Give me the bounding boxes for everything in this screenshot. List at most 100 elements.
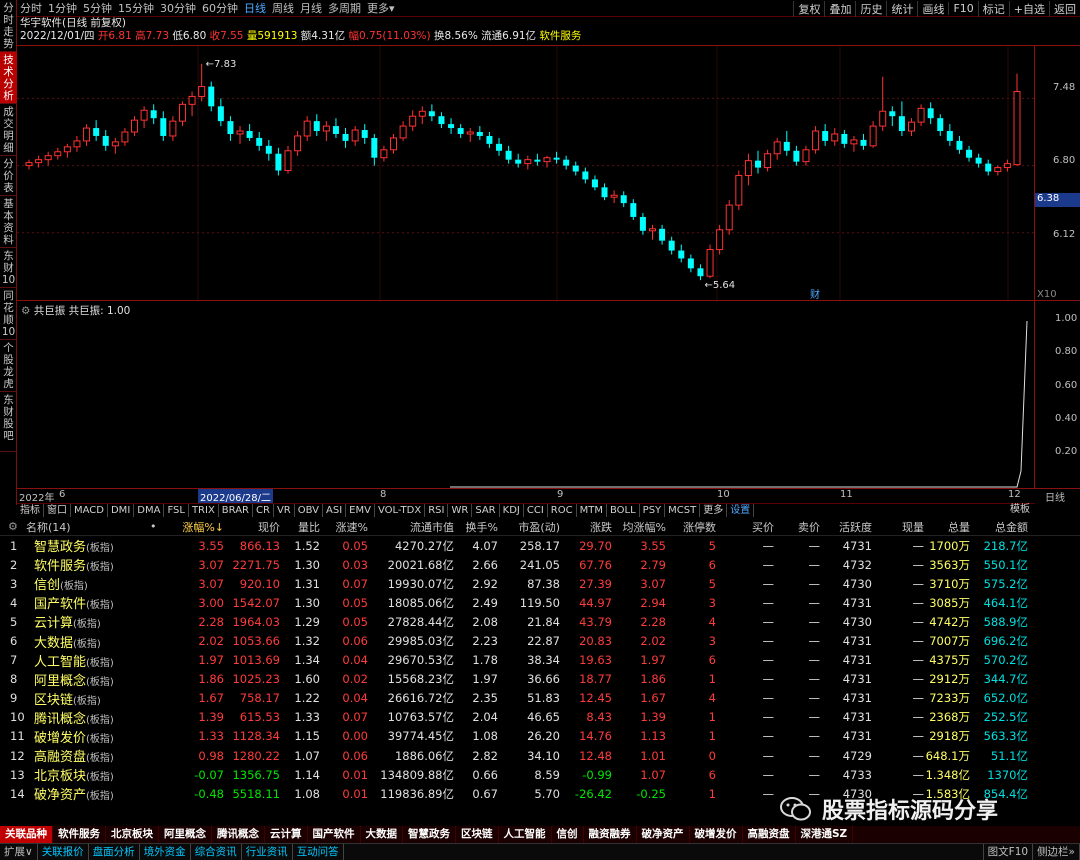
column-header[interactable]: 涨跌: [560, 519, 612, 535]
sector-name[interactable]: 破增发价: [34, 731, 86, 746]
sector-name-cell[interactable]: 北京板块(板指): [26, 765, 166, 784]
adjust-button[interactable]: 复权: [793, 0, 824, 17]
column-header[interactable]: 换手%: [454, 519, 498, 535]
indicator-tab[interactable]: CR: [253, 504, 274, 517]
table-row[interactable]: 11 破增发价(板指) 1.33 1128.34 1.15 0.00 39774.45亿 1.…: [0, 727, 1080, 746]
table-row[interactable]: 7 人工智能(板指) 1.97 1013.69 1.34 0.04 29670.53亿 1.7…: [0, 651, 1080, 670]
f10-button[interactable]: F10: [948, 2, 977, 15]
status-tab-qa[interactable]: 互动问答: [293, 844, 344, 860]
period-tab-intraday[interactable]: 分时: [17, 0, 45, 16]
table-row[interactable]: 4 国产软件(板指) 3.00 1542.07 1.30 0.05 18085.06亿 2.4…: [0, 593, 1080, 613]
bottom-tab-sector[interactable]: 人工智能: [499, 826, 552, 843]
sector-name-cell[interactable]: 高融资盘(板指): [26, 746, 166, 765]
indicator-tab[interactable]: KDJ: [500, 504, 524, 517]
bottom-tab-sector[interactable]: 云计算: [265, 826, 308, 843]
sector-name[interactable]: 国产软件: [34, 597, 86, 612]
table-row[interactable]: 9 区块链(板指) 1.67 758.17 1.22 0.04 26616.72亿 2.35 5…: [0, 689, 1080, 708]
period-tab-weekly[interactable]: 周线: [269, 0, 297, 16]
period-tab-60min[interactable]: 60分钟: [199, 0, 241, 16]
left-tab-ths-f10[interactable]: 同花顺10: [0, 288, 17, 340]
indicator-tab[interactable]: DMI: [108, 504, 135, 517]
column-header[interactable]: 涨停数: [666, 519, 716, 535]
bottom-tab-sector[interactable]: 高融资盘: [743, 826, 796, 843]
bottom-tab-related[interactable]: 关联品种: [0, 826, 53, 843]
indicator-tab[interactable]: MACD: [71, 504, 108, 517]
bottom-tab-sector[interactable]: 大数据: [361, 826, 403, 843]
indicator-tab[interactable]: VOL-TDX: [375, 504, 426, 517]
left-tab-eastmoney-f10[interactable]: 东财10: [0, 248, 17, 288]
bottom-tab-sector[interactable]: 智慧政务: [403, 826, 456, 843]
table-row[interactable]: 2 软件服务(板指) 3.07 2271.75 1.30 0.03 20021.68亿 2.6…: [0, 555, 1080, 575]
indicator-tab[interactable]: EMV: [346, 504, 375, 517]
bottom-tab-sector[interactable]: 信创: [552, 826, 584, 843]
period-tab-more[interactable]: 更多▾: [364, 0, 398, 16]
indicator-tab[interactable]: PSY: [640, 504, 666, 517]
sector-name-cell[interactable]: 破净资产(板指): [26, 784, 166, 803]
sector-name-cell[interactable]: 国产软件(板指): [26, 593, 166, 612]
period-tab-daily[interactable]: 日线: [241, 0, 269, 16]
sector-name[interactable]: 区块链: [34, 693, 73, 708]
sector-name-cell[interactable]: 智慧政务(板指): [26, 536, 166, 555]
column-header[interactable]: 名称(14): [26, 519, 150, 535]
indicator-tab[interactable]: 指标: [17, 504, 44, 517]
table-row[interactable]: 12 高融资盘(板指) 0.98 1280.22 1.07 0.06 1886.06亿 2.8…: [0, 746, 1080, 766]
indicator-tab[interactable]: MCST: [665, 504, 701, 517]
sector-name[interactable]: 阿里概念: [34, 674, 86, 689]
sector-name-cell[interactable]: 云计算(板指): [26, 612, 166, 631]
sector-name-cell[interactable]: 区块链(板指): [26, 689, 166, 708]
column-header[interactable]: 总量: [924, 519, 970, 535]
period-tab-monthly[interactable]: 月线: [297, 0, 325, 16]
left-tab-dragon-tiger[interactable]: 个股龙虎: [0, 340, 17, 392]
status-tab-news[interactable]: 综合资讯: [191, 844, 242, 860]
expand-button[interactable]: 扩展∨: [0, 844, 38, 860]
table-settings-gear[interactable]: ⚙: [0, 520, 26, 533]
indicator-tab-settings[interactable]: 设置: [727, 504, 755, 517]
table-row[interactable]: 6 大数据(板指) 2.02 1053.66 1.32 0.06 29985.03亿 2.23…: [0, 631, 1080, 651]
history-button[interactable]: 历史: [855, 0, 886, 17]
indicator-tab[interactable]: ROC: [548, 504, 577, 517]
kline-panel[interactable]: ←7.83 ←5.64 财: [17, 45, 1035, 302]
column-header[interactable]: 现价: [224, 519, 280, 535]
sector-name[interactable]: 云计算: [34, 616, 73, 631]
column-header[interactable]: 均涨幅%: [612, 519, 666, 535]
sector-name-cell[interactable]: 人工智能(板指): [26, 651, 166, 670]
column-header[interactable]: 量比: [280, 519, 320, 535]
indicator-tab[interactable]: OBV: [295, 504, 323, 517]
period-tab-30min[interactable]: 30分钟: [157, 0, 199, 16]
sector-name-cell[interactable]: 腾讯概念(板指): [26, 708, 166, 727]
indicator-tab[interactable]: VR: [274, 504, 295, 517]
table-row[interactable]: 8 阿里概念(板指) 1.86 1025.23 1.60 0.02 15568.23亿 1.9…: [0, 670, 1080, 689]
template-button[interactable]: 模板: [1010, 503, 1038, 517]
column-header[interactable]: 现量: [872, 519, 924, 535]
period-tab-1min[interactable]: 1分钟: [45, 0, 80, 16]
zoom-label[interactable]: X10: [1037, 289, 1057, 300]
indicator-tab[interactable]: WR: [448, 504, 473, 517]
bottom-tab-sector[interactable]: 破增发价: [690, 826, 743, 843]
sector-name-cell[interactable]: 破增发价(板指): [26, 727, 166, 746]
indicator-tab[interactable]: FSL: [164, 504, 189, 517]
indicator-tab[interactable]: DMA: [134, 504, 165, 517]
indicator-panel[interactable]: ⚙ 共巨振 共巨振: 1.00: [17, 300, 1035, 489]
period-tab-5min[interactable]: 5分钟: [80, 0, 115, 16]
indicator-tab[interactable]: TRIX: [189, 504, 219, 517]
sector-link[interactable]: 软件服务: [539, 30, 581, 42]
table-row[interactable]: 1 智慧政务(板指) 3.55 866.13 1.52 0.05 4270.27亿 4.07 2…: [0, 536, 1080, 556]
f10-text-button[interactable]: 图文F10: [982, 844, 1034, 860]
sector-name[interactable]: 北京板块: [34, 769, 86, 784]
indicator-tab[interactable]: SAR: [472, 504, 500, 517]
left-tab-basic-info[interactable]: 基本资料: [0, 196, 17, 248]
sidebar-toggle[interactable]: 侧边栏»: [1033, 844, 1080, 860]
left-tab-eastmoney-forum[interactable]: 东财股吧: [0, 392, 17, 452]
bottom-tab-sector[interactable]: 北京板块: [106, 826, 159, 843]
status-tab-related-quotes[interactable]: 关联报价: [38, 844, 89, 860]
left-tab-intraday[interactable]: 分时走势: [0, 0, 17, 52]
sector-name[interactable]: 人工智能: [34, 655, 86, 670]
sector-name-cell[interactable]: 阿里概念(板指): [26, 670, 166, 689]
column-header[interactable]: 涨幅%↓: [166, 519, 224, 535]
sector-name[interactable]: 腾讯概念: [34, 712, 86, 727]
mark-button[interactable]: 标记: [977, 0, 1009, 17]
bottom-tab-sector[interactable]: 阿里概念: [159, 826, 212, 843]
sector-name[interactable]: 信创: [34, 578, 60, 593]
status-tab-market-analysis[interactable]: 盘面分析: [89, 844, 140, 860]
column-header[interactable]: •: [150, 520, 166, 533]
